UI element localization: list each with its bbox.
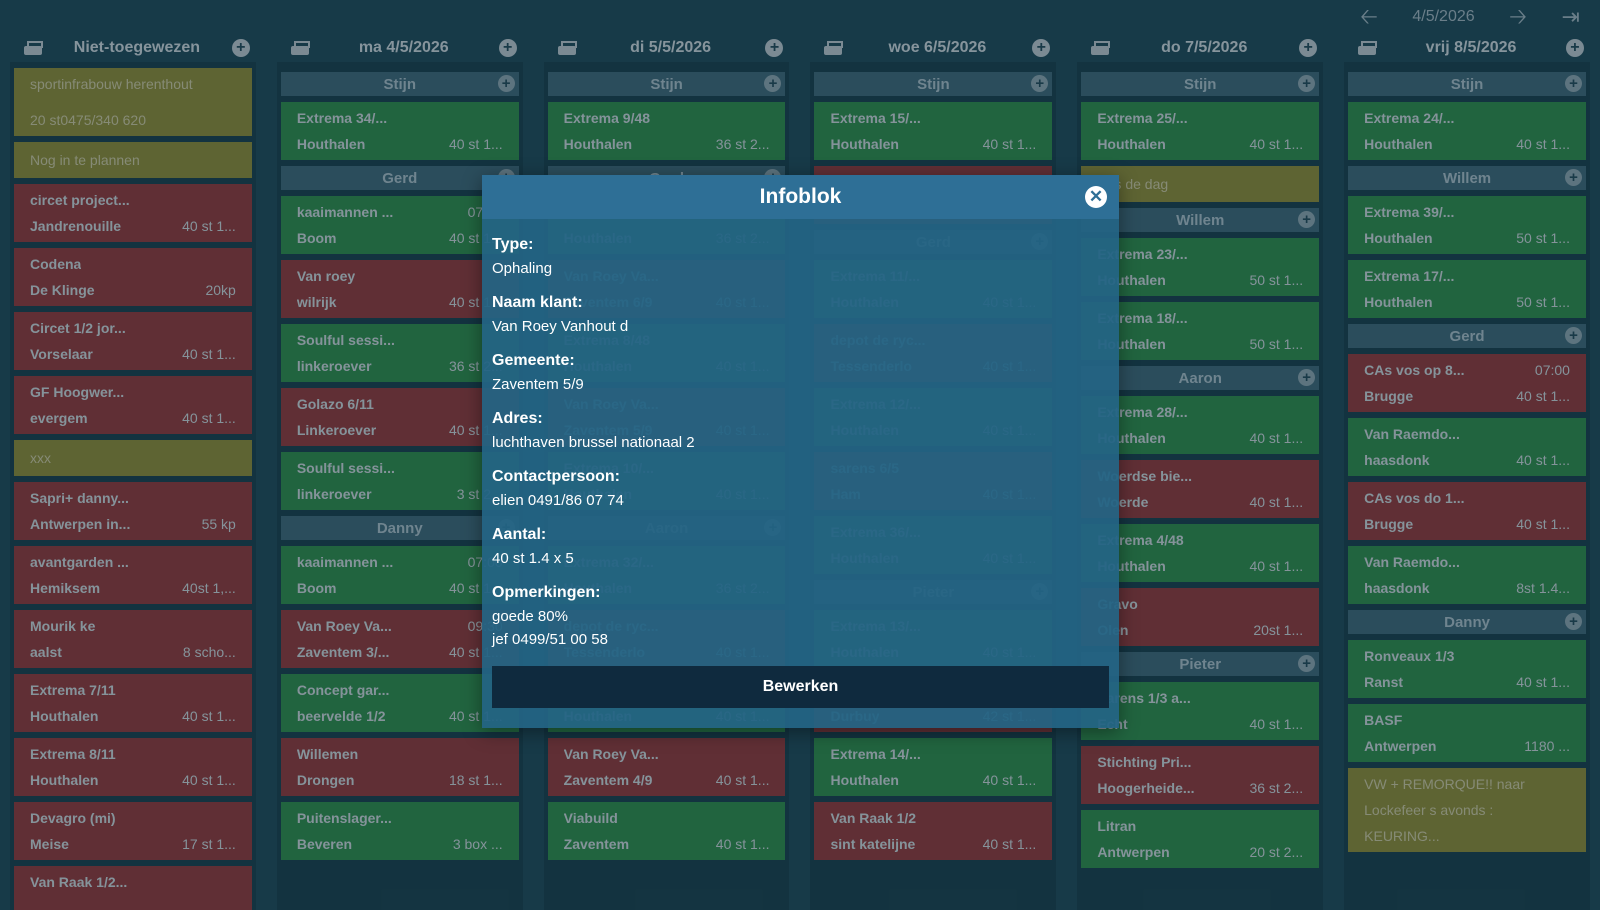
close-icon[interactable]: ✕ — [1085, 186, 1107, 208]
info-field: Type: Ophaling — [492, 233, 1109, 280]
field-label: Opmerkingen: — [492, 584, 601, 601]
field-label: Aantal: — [492, 526, 547, 543]
field-label: Adres: — [492, 410, 543, 427]
field-label: Naam klant: — [492, 294, 583, 311]
info-field: Gemeente: Zaventem 5/9 — [492, 349, 1109, 396]
field-value: elien 0491/86 07 74 — [492, 492, 624, 509]
field-label: Type: — [492, 236, 534, 253]
field-label: Contactpersoon: — [492, 468, 620, 485]
modal-body: Type: Ophaling Naam klant: Van Roey Vanhout… — [482, 219, 1119, 651]
field-value: Zaventem 5/9 — [492, 376, 584, 393]
info-field: Contactpersoon: elien 0491/86 07 74 — [492, 465, 1109, 512]
field-label: Gemeente: — [492, 352, 575, 369]
field-value: 40 st 1.4 x 5 — [492, 550, 574, 567]
field-value: luchthaven brussel nationaal 2 — [492, 434, 695, 451]
edit-button[interactable]: Bewerken — [492, 666, 1109, 708]
field-value: Van Roey Vanhout d — [492, 318, 629, 335]
info-field: Adres: luchthaven brussel nationaal 2 — [492, 407, 1109, 454]
info-field: Aantal: 40 st 1.4 x 5 — [492, 523, 1109, 570]
modal-header: Infoblok ✕ — [482, 175, 1119, 219]
info-field: Opmerkingen: goede 80% jef 0499/51 00 58 — [492, 581, 1109, 651]
modal-title: Infoblok — [759, 185, 842, 208]
field-value: goede 80% jef 0499/51 00 58 — [492, 608, 608, 648]
infoblok-modal: Infoblok ✕ Type: Ophaling Naam klant: Van R… — [482, 175, 1119, 728]
info-field: Naam klant: Van Roey Vanhout d — [492, 291, 1109, 338]
field-value: Ophaling — [492, 260, 553, 277]
